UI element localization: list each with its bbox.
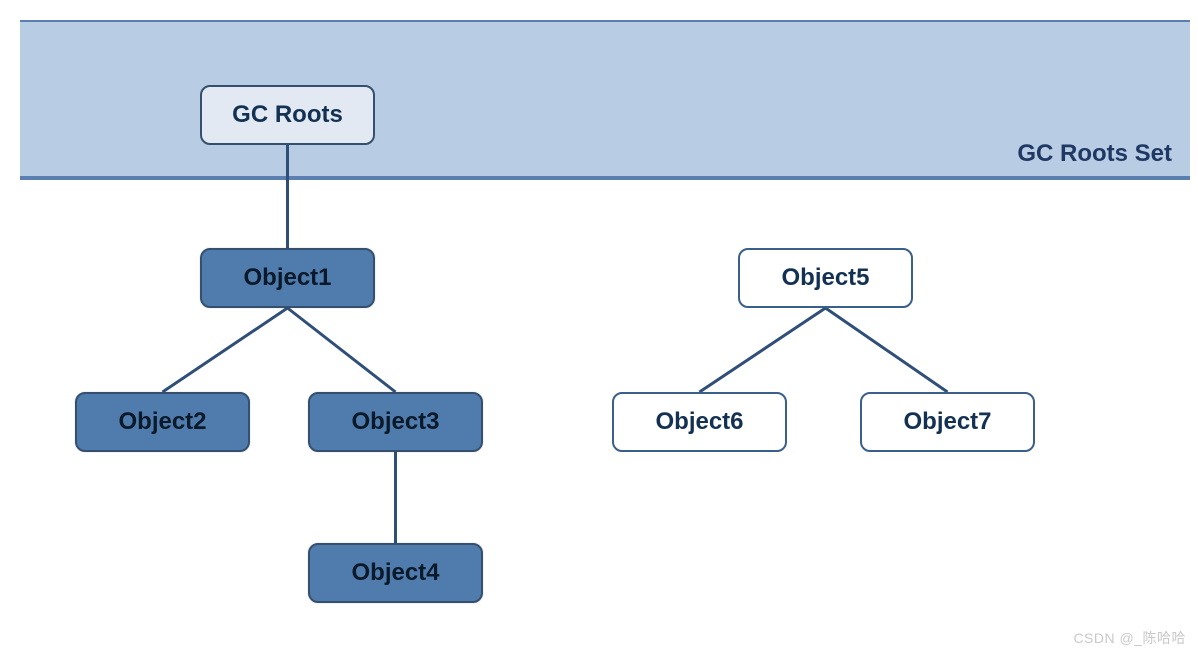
node-object1: Object1 — [200, 248, 375, 308]
edge — [163, 308, 288, 392]
node-label: Object2 — [118, 408, 206, 436]
node-label: GC Roots — [232, 101, 343, 129]
node-label: Object7 — [903, 408, 991, 436]
watermark: CSDN @_陈哈哈 — [1073, 628, 1186, 648]
node-object3: Object3 — [308, 392, 483, 452]
node-label: Object3 — [351, 408, 439, 436]
node-gc-roots: GC Roots — [200, 85, 375, 145]
zone-label: GC Roots Set — [1017, 140, 1172, 168]
edge — [288, 308, 396, 392]
node-label: Object5 — [781, 264, 869, 292]
node-label: Object1 — [243, 264, 331, 292]
edge — [826, 308, 948, 392]
node-object6: Object6 — [612, 392, 787, 452]
edge — [700, 308, 826, 392]
node-label: Object6 — [655, 408, 743, 436]
node-object4: Object4 — [308, 543, 483, 603]
node-label: Object4 — [351, 559, 439, 587]
node-object7: Object7 — [860, 392, 1035, 452]
gc-roots-zone: GC Roots Set — [20, 20, 1190, 180]
node-object5: Object5 — [738, 248, 913, 308]
node-object2: Object2 — [75, 392, 250, 452]
